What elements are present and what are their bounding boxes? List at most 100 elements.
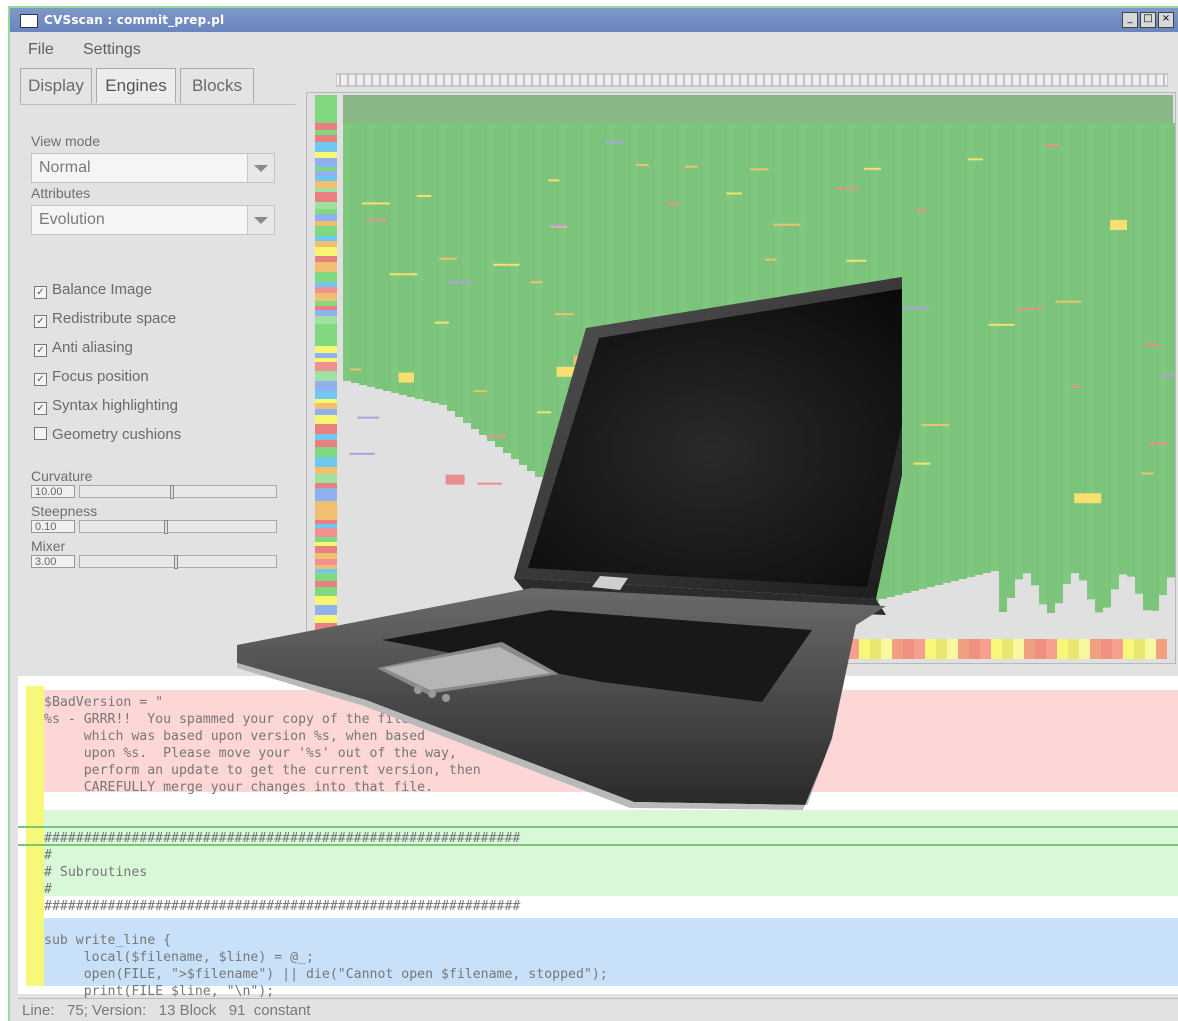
- attributes-select[interactable]: Evolution: [31, 205, 275, 235]
- mixer-value[interactable]: 3.00: [31, 555, 75, 568]
- slider-thumb[interactable]: [170, 485, 174, 499]
- checkbox-icon: ✓: [34, 286, 47, 299]
- change-mark: [1071, 385, 1082, 388]
- version-band: [1057, 639, 1068, 659]
- view-mode-select[interactable]: Normal: [31, 153, 275, 183]
- evolution-column: [959, 123, 967, 579]
- version-band: [903, 639, 914, 659]
- change-mark: [846, 259, 867, 262]
- version-band: [947, 639, 958, 659]
- code-line[interactable]: open(FILE, ">$filename") || die("Cannot …: [44, 966, 608, 983]
- change-mark: [773, 223, 801, 226]
- evolution-column: [1103, 123, 1111, 608]
- code-line[interactable]: $BadVersion = ": [44, 694, 163, 711]
- window-title: CVSscan : commit_prep.pl: [44, 13, 225, 27]
- line-marker: [315, 152, 337, 158]
- version-band: [980, 639, 991, 659]
- change-mark: [915, 209, 928, 212]
- view-mode-label: View mode: [31, 133, 101, 149]
- version-band: [936, 639, 947, 659]
- version-band: [925, 639, 936, 659]
- title-bar: CVSscan : commit_prep.pl _ □ ×: [10, 8, 1178, 32]
- line-marker: [315, 176, 337, 181]
- evolution-column: [999, 123, 1007, 612]
- evolution-column: [1055, 123, 1063, 604]
- syntax-highlighting-checkbox[interactable]: ✓ Syntax highlighting: [34, 397, 178, 415]
- change-mark: [1140, 472, 1155, 475]
- version-band: [914, 639, 925, 659]
- focus-line: [18, 826, 1178, 828]
- attributes-label: Attributes: [31, 185, 91, 201]
- evolution-column: [1015, 123, 1023, 580]
- change-mark: [548, 179, 560, 182]
- code-line[interactable]: # Subroutines: [44, 864, 147, 881]
- version-band: [1123, 639, 1134, 659]
- line-marker: [315, 130, 337, 135]
- code-line[interactable]: #: [44, 881, 52, 898]
- checkbox-icon: ✓: [34, 373, 47, 386]
- attributes-value: Evolution: [39, 211, 105, 228]
- evolution-column: [1079, 123, 1087, 581]
- menu-settings[interactable]: Settings: [83, 41, 141, 59]
- redistribute-space-checkbox[interactable]: ✓ Redistribute space: [34, 310, 176, 328]
- change-mark: [921, 424, 950, 427]
- change-mark: [1110, 219, 1128, 230]
- evolution-column: [1071, 123, 1079, 574]
- line-marker: [315, 95, 337, 123]
- change-mark: [684, 165, 698, 168]
- evolution-column: [919, 123, 927, 589]
- change-mark: [1016, 307, 1043, 310]
- curvature-value[interactable]: 10.00: [31, 485, 75, 498]
- change-mark: [665, 202, 681, 205]
- checkbox-icon: [34, 427, 47, 440]
- chevron-down-icon[interactable]: [247, 154, 274, 182]
- change-mark: [1044, 144, 1060, 147]
- code-line[interactable]: sub write_line {: [44, 932, 171, 949]
- anti-aliasing-checkbox[interactable]: ✓ Anti aliasing: [34, 339, 133, 357]
- balance-image-checkbox[interactable]: ✓ Balance Image: [34, 281, 152, 299]
- change-mark: [1074, 493, 1102, 504]
- evolution-column: [1135, 123, 1143, 594]
- version-band: [1134, 639, 1145, 659]
- slider-thumb[interactable]: [164, 520, 168, 534]
- evolution-column: [1151, 123, 1159, 611]
- tab-engines[interactable]: Engines: [96, 68, 176, 103]
- chevron-down-icon[interactable]: [247, 206, 274, 234]
- evolution-column: [943, 123, 951, 583]
- change-mark: [361, 202, 390, 205]
- change-mark: [605, 141, 625, 144]
- code-line[interactable]: #: [44, 847, 52, 864]
- tab-display[interactable]: Display: [20, 68, 92, 103]
- code-line[interactable]: local($filename, $line) = @_;: [44, 949, 314, 966]
- evolution-column: [1031, 123, 1039, 586]
- focus-position-checkbox[interactable]: ✓ Focus position: [34, 368, 149, 386]
- change-mark: [416, 194, 432, 197]
- line-marker: [315, 142, 337, 152]
- minimize-button[interactable]: _: [1122, 12, 1138, 28]
- maximize-button[interactable]: □: [1140, 12, 1156, 28]
- change-mark: [1158, 374, 1177, 377]
- line-marker: [315, 256, 337, 262]
- menu-file[interactable]: File: [28, 41, 54, 59]
- app-icon: [20, 14, 38, 28]
- line-marker: [315, 226, 337, 236]
- application-window: CVSscan : commit_prep.pl _ □ × File Sett…: [8, 6, 1178, 1021]
- version-band: [1112, 639, 1123, 659]
- geometry-cushions-checkbox[interactable]: Geometry cushions: [34, 426, 181, 443]
- change-mark: [988, 323, 1015, 326]
- evolution-column: [1063, 123, 1071, 585]
- evolution-column: [1007, 123, 1015, 598]
- change-mark: [1144, 343, 1162, 346]
- version-band: [1024, 639, 1035, 659]
- close-button[interactable]: ×: [1158, 12, 1174, 28]
- code-line[interactable]: ########################################…: [44, 898, 520, 915]
- steepness-value[interactable]: 0.10: [31, 520, 75, 533]
- evolution-column: [1023, 123, 1031, 574]
- tab-blocks[interactable]: Blocks: [180, 68, 254, 103]
- line-marker: [315, 158, 337, 167]
- version-ruler[interactable]: [336, 68, 1168, 88]
- slider-thumb[interactable]: [174, 555, 178, 569]
- code-line[interactable]: ########################################…: [44, 830, 520, 847]
- line-marker: [315, 214, 337, 221]
- line-marker: [315, 221, 337, 226]
